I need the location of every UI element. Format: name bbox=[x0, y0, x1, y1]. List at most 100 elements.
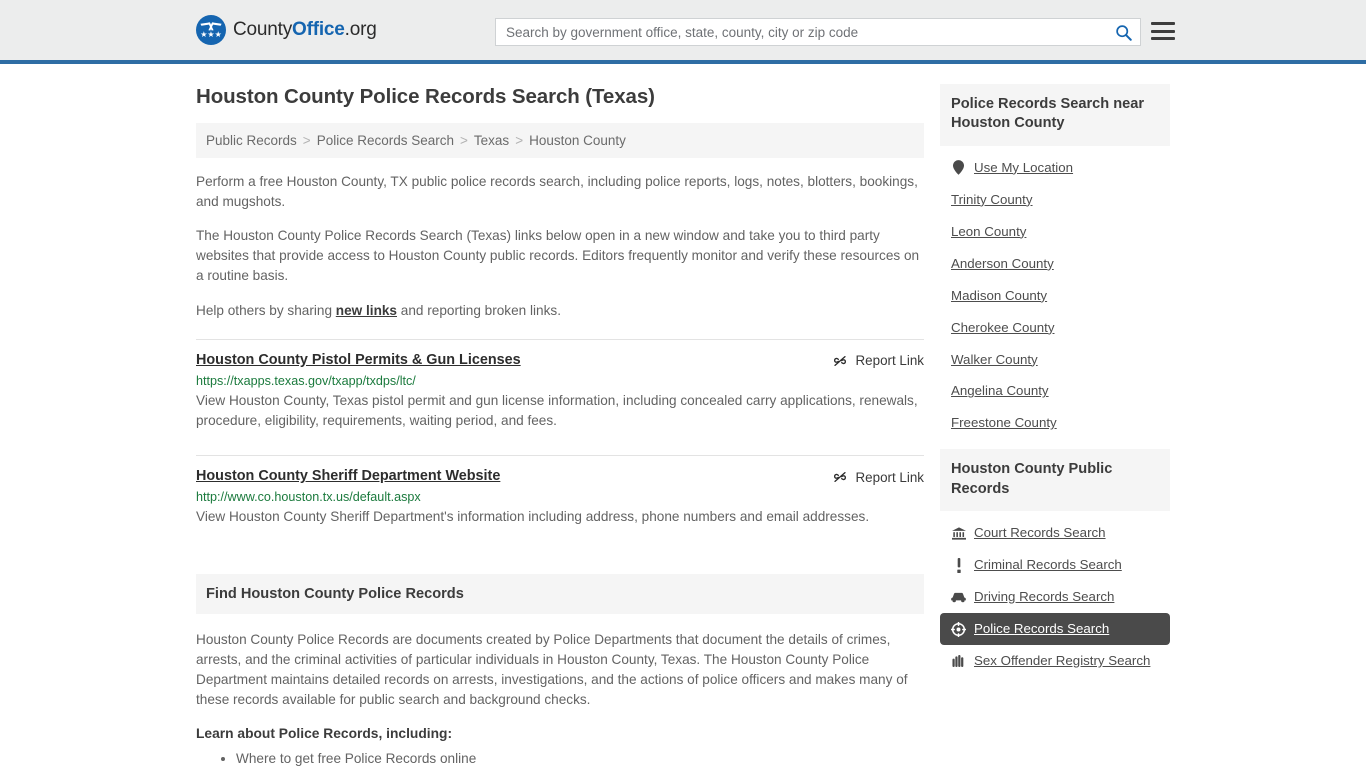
new-links-link[interactable]: new links bbox=[336, 303, 397, 318]
sidebar-item-anderson-county[interactable]: Anderson County bbox=[940, 248, 1170, 280]
sidebar-item-label: Trinity County bbox=[951, 191, 1033, 207]
sidebar-item-label: Cherokee County bbox=[951, 319, 1055, 335]
share-text-before: Help others by sharing bbox=[196, 302, 336, 318]
broken-link-icon bbox=[833, 355, 846, 366]
sidebar-item-label: Use My Location bbox=[974, 159, 1074, 175]
nearby-searches-card: Police Records Search near Houston Count… bbox=[940, 84, 1170, 439]
page-title: Houston County Police Records Search (Te… bbox=[196, 85, 655, 108]
map-pin-glyph bbox=[953, 160, 964, 176]
breadcrumb-item-houston-county: Houston County bbox=[529, 133, 626, 148]
search-bar[interactable] bbox=[495, 18, 1141, 46]
eagle-icon bbox=[202, 22, 220, 30]
sidebar-item-use-my-location[interactable]: Use My Location bbox=[940, 152, 1170, 184]
learn-about-label: Learn about Police Records, including: bbox=[196, 725, 453, 741]
breadcrumb: Public Records > Police Records Search >… bbox=[196, 123, 924, 158]
sidebar-item-label: Leon County bbox=[951, 223, 1027, 239]
result-item: Houston County Pistol Permits & Gun Lice… bbox=[196, 338, 924, 442]
section-heading: Find Houston County Police Records bbox=[196, 573, 924, 614]
fingerprint-icon bbox=[951, 654, 966, 668]
courthouse-icon bbox=[951, 527, 966, 540]
nearby-card-list: Use My Location Trinity County Leon Coun… bbox=[940, 146, 1170, 440]
breadcrumb-separator: > bbox=[302, 133, 311, 148]
result-url[interactable]: https://txapps.texas.gov/txapp/txdps/ltc… bbox=[196, 374, 924, 388]
car-icon bbox=[951, 592, 966, 603]
police-badge-glyph bbox=[951, 621, 966, 637]
courthouse-glyph bbox=[951, 527, 966, 540]
breadcrumb-item-public-records[interactable]: Public Records bbox=[206, 133, 297, 148]
public-records-card-heading: Houston County Public Records bbox=[940, 449, 1170, 512]
result-title-link[interactable]: Houston County Pistol Permits & Gun Lice… bbox=[196, 352, 521, 369]
sidebar-item-trinity-county[interactable]: Trinity County bbox=[940, 184, 1170, 216]
page-container: Houston County Police Records Search (Te… bbox=[0, 64, 1366, 768]
result-item: Houston County Sheriff Department Websit… bbox=[196, 455, 924, 537]
result-header: Houston County Pistol Permits & Gun Lice… bbox=[196, 352, 924, 369]
sidebar-item-sex-offender-registry-search[interactable]: Sex Offender Registry Search bbox=[940, 645, 1170, 677]
result-url[interactable]: http://www.co.houston.tx.us/default.aspx bbox=[196, 490, 924, 504]
report-link-button[interactable]: Report Link bbox=[832, 469, 924, 485]
exclamation-icon bbox=[951, 557, 966, 573]
public-records-card-list: Court Records Search Criminal Records Se… bbox=[940, 511, 1170, 677]
report-link-label: Report Link bbox=[855, 469, 924, 485]
broken-link-icon bbox=[833, 472, 846, 483]
sidebar-item-label: Court Records Search bbox=[974, 525, 1106, 541]
police-badge-icon bbox=[951, 621, 966, 637]
search-icon bbox=[1115, 24, 1132, 41]
car-glyph bbox=[951, 592, 966, 602]
fingerprint-glyph bbox=[952, 654, 964, 668]
brand-wordmark: CountyOffice.org bbox=[233, 19, 377, 41]
sidebar-item-label: Walker County bbox=[951, 351, 1038, 367]
breadcrumb-separator: > bbox=[515, 133, 524, 148]
sidebar-item-leon-county[interactable]: Leon County bbox=[940, 216, 1170, 248]
list-item: Where to get free Police Records online bbox=[236, 749, 924, 768]
hamburger-bar-3 bbox=[1151, 37, 1175, 40]
breadcrumb-separator: > bbox=[460, 133, 468, 148]
sidebar-item-label: Criminal Records Search bbox=[974, 557, 1122, 573]
share-links-paragraph: Help others by sharing new links and rep… bbox=[196, 301, 924, 321]
share-text-after: and reporting broken links. bbox=[397, 302, 561, 318]
brand-text-org: .org bbox=[344, 19, 377, 40]
sidebar-item-freestone-county[interactable]: Freestone County bbox=[940, 407, 1170, 439]
sidebar-item-label: Madison County bbox=[951, 287, 1048, 303]
result-header: Houston County Sheriff Department Websit… bbox=[196, 468, 924, 485]
public-records-card: Houston County Public Records Court Reco… bbox=[940, 449, 1170, 677]
sidebar-item-angelina-county[interactable]: Angelina County bbox=[940, 375, 1170, 407]
countyoffice-eagle-logo-icon: ★★★ bbox=[196, 15, 226, 45]
report-link-button[interactable]: Report Link bbox=[832, 353, 924, 369]
intro-paragraph-2: The Houston County Police Records Search… bbox=[196, 228, 920, 284]
sidebar-item-criminal-records-search[interactable]: Criminal Records Search bbox=[940, 549, 1170, 581]
sidebar-item-madison-county[interactable]: Madison County bbox=[940, 280, 1170, 312]
breadcrumb-item-texas[interactable]: Texas bbox=[474, 133, 509, 148]
site-header: ★★★ CountyOffice.org bbox=[0, 0, 1366, 64]
search-button[interactable] bbox=[1106, 19, 1140, 45]
sidebar-item-cherokee-county[interactable]: Cherokee County bbox=[940, 312, 1170, 344]
section-paragraph: Houston County Police Records are docume… bbox=[196, 631, 908, 707]
result-description: View Houston County Sheriff Department's… bbox=[196, 509, 870, 525]
sidebar-item-label: Freestone County bbox=[951, 415, 1057, 431]
brand-text-office: Office bbox=[292, 19, 345, 40]
sidebar: Police Records Search near Houston Count… bbox=[940, 64, 1170, 687]
search-input[interactable] bbox=[496, 19, 1106, 45]
sidebar-item-court-records-search[interactable]: Court Records Search bbox=[940, 517, 1170, 549]
site-logo[interactable]: ★★★ CountyOffice.org bbox=[196, 15, 377, 45]
nearby-card-heading: Police Records Search near Houston Count… bbox=[940, 84, 1170, 146]
main-content: Houston County Police Records Search (Te… bbox=[196, 64, 924, 768]
sidebar-item-driving-records-search[interactable]: Driving Records Search bbox=[940, 581, 1170, 613]
map-pin-icon bbox=[951, 160, 966, 176]
sidebar-item-label: Driving Records Search bbox=[974, 589, 1115, 605]
learn-about-list: Where to get free Police Records online bbox=[196, 749, 924, 768]
sidebar-item-police-records-search[interactable]: Police Records Search bbox=[940, 613, 1170, 646]
exclamation-glyph bbox=[956, 557, 961, 573]
hamburger-menu-button[interactable] bbox=[1151, 20, 1175, 42]
intro-paragraph-1: Perform a free Houston County, TX public… bbox=[196, 174, 918, 210]
result-title-link[interactable]: Houston County Sheriff Department Websit… bbox=[196, 468, 500, 485]
breadcrumb-item-police-records-search[interactable]: Police Records Search bbox=[317, 133, 454, 148]
sidebar-item-walker-county[interactable]: Walker County bbox=[940, 344, 1170, 376]
sidebar-item-label: Anderson County bbox=[951, 255, 1054, 271]
brand-text-county: County bbox=[233, 19, 293, 40]
hamburger-bar-2 bbox=[1151, 29, 1175, 33]
report-link-label: Report Link bbox=[855, 353, 924, 369]
section-body: Houston County Police Records are docume… bbox=[196, 614, 924, 768]
result-description: View Houston County, Texas pistol permit… bbox=[196, 392, 918, 429]
sidebar-item-label: Sex Offender Registry Search bbox=[974, 653, 1151, 669]
sidebar-item-label: Police Records Search bbox=[974, 621, 1110, 637]
